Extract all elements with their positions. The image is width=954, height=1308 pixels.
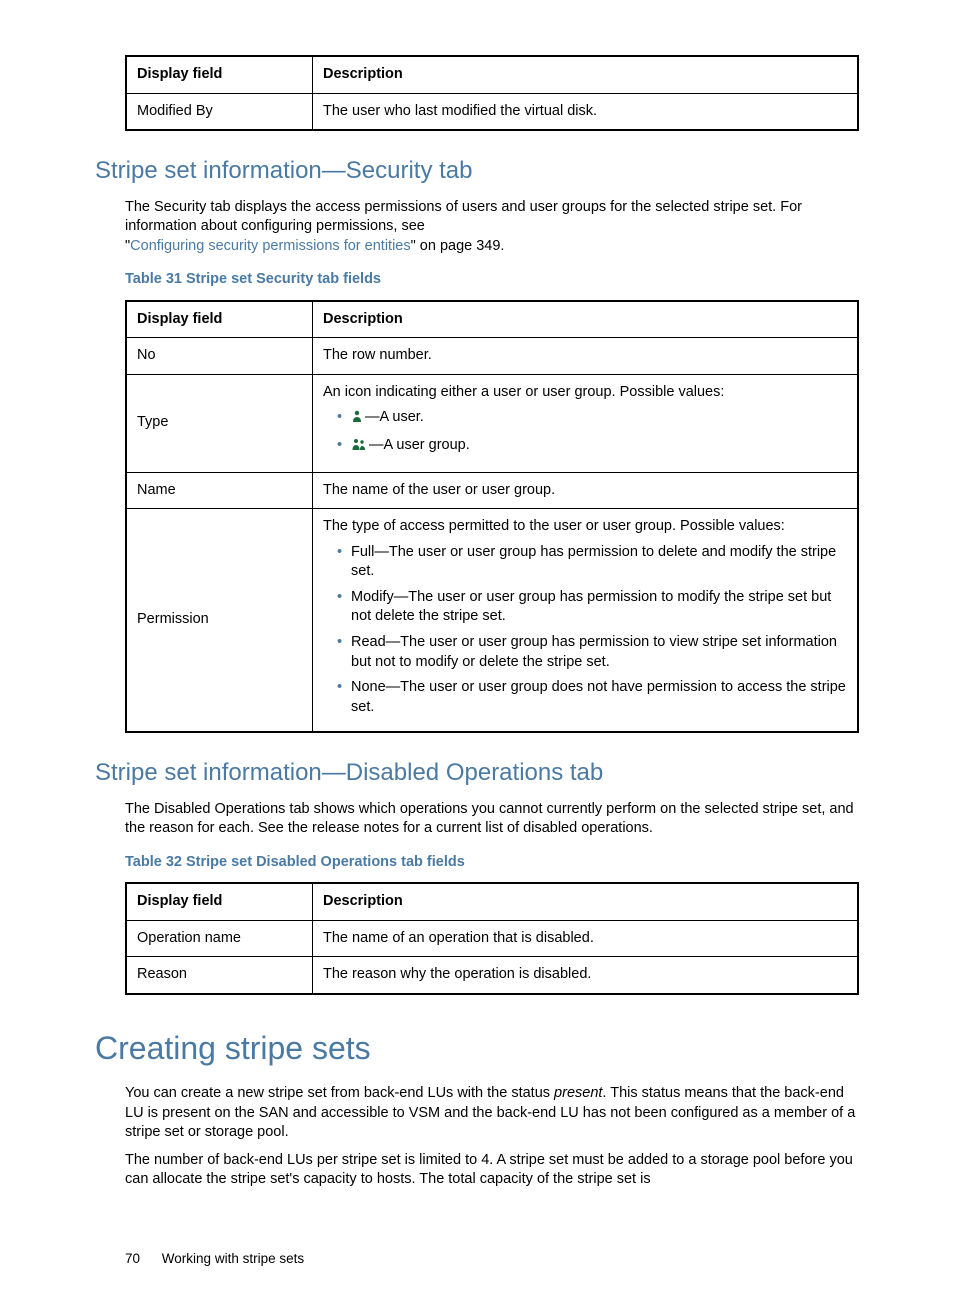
table-row: Operation name The name of an operation … — [126, 920, 858, 957]
list-item: Modify—The user or user group has permis… — [337, 588, 847, 627]
cell-desc: The name of the user or user group. — [313, 472, 859, 509]
col-header: Display field — [126, 56, 313, 93]
page-footer: 70 Working with stripe sets — [125, 1250, 859, 1268]
table-row: Type An icon indicating either a user or… — [126, 374, 858, 472]
user-icon — [351, 409, 363, 430]
user-group-icon — [351, 437, 367, 458]
cell-desc: The type of access permitted to the user… — [313, 509, 859, 733]
table-row: Permission The type of access permitted … — [126, 509, 858, 733]
heading-security-tab: Stripe set information—Security tab — [95, 155, 859, 187]
table-security-fields: Display field Description No The row num… — [125, 300, 859, 733]
page-number: 70 — [125, 1251, 140, 1266]
link-configuring-security[interactable]: Configuring security permissions for ent… — [130, 238, 410, 254]
cell-desc: The reason why the operation is disabled… — [313, 957, 859, 994]
list-item: —A user group. — [337, 436, 847, 458]
col-header: Description — [313, 56, 859, 93]
paragraph: The Security tab displays the access per… — [125, 198, 859, 257]
table-row: Modified By The user who last modified t… — [126, 93, 858, 130]
cell-desc: The row number. — [313, 338, 859, 375]
cell-desc: The user who last modified the virtual d… — [313, 93, 859, 130]
col-header: Display field — [126, 301, 313, 338]
heading-creating-stripe-sets: Creating stripe sets — [95, 1027, 859, 1070]
paragraph: You can create a new stripe set from bac… — [125, 1084, 859, 1143]
list-item: —A user. — [337, 408, 847, 430]
table-row: No The row number. — [126, 338, 858, 375]
list-item: Read—The user or user group has permissi… — [337, 633, 847, 672]
col-header: Display field — [126, 883, 313, 920]
table-disabled-ops-fields: Display field Description Operation name… — [125, 882, 859, 995]
heading-disabled-ops-tab: Stripe set information—Disabled Operatio… — [95, 757, 859, 789]
table-caption: Table 31 Stripe set Security tab fields — [125, 270, 859, 290]
paragraph: The number of back-end LUs per stripe se… — [125, 1151, 859, 1190]
table-row: Name The name of the user or user group. — [126, 472, 858, 509]
cell-field: Type — [126, 374, 313, 472]
cell-field: No — [126, 338, 313, 375]
footer-title: Working with stripe sets — [162, 1251, 304, 1266]
list-item: None—The user or user group does not hav… — [337, 678, 847, 717]
cell-desc: An icon indicating either a user or user… — [313, 374, 859, 472]
cell-desc: The name of an operation that is disable… — [313, 920, 859, 957]
cell-field: Reason — [126, 957, 313, 994]
table-row: Reason The reason why the operation is d… — [126, 957, 858, 994]
col-header: Description — [313, 883, 859, 920]
col-header: Description — [313, 301, 859, 338]
table-modified-by: Display field Description Modified By Th… — [125, 55, 859, 131]
table-caption: Table 32 Stripe set Disabled Operations … — [125, 853, 859, 873]
cell-field: Modified By — [126, 93, 313, 130]
paragraph: The Disabled Operations tab shows which … — [125, 800, 859, 839]
cell-field: Operation name — [126, 920, 313, 957]
list-item: Full—The user or user group has permissi… — [337, 543, 847, 582]
cell-field: Name — [126, 472, 313, 509]
cell-field: Permission — [126, 509, 313, 733]
